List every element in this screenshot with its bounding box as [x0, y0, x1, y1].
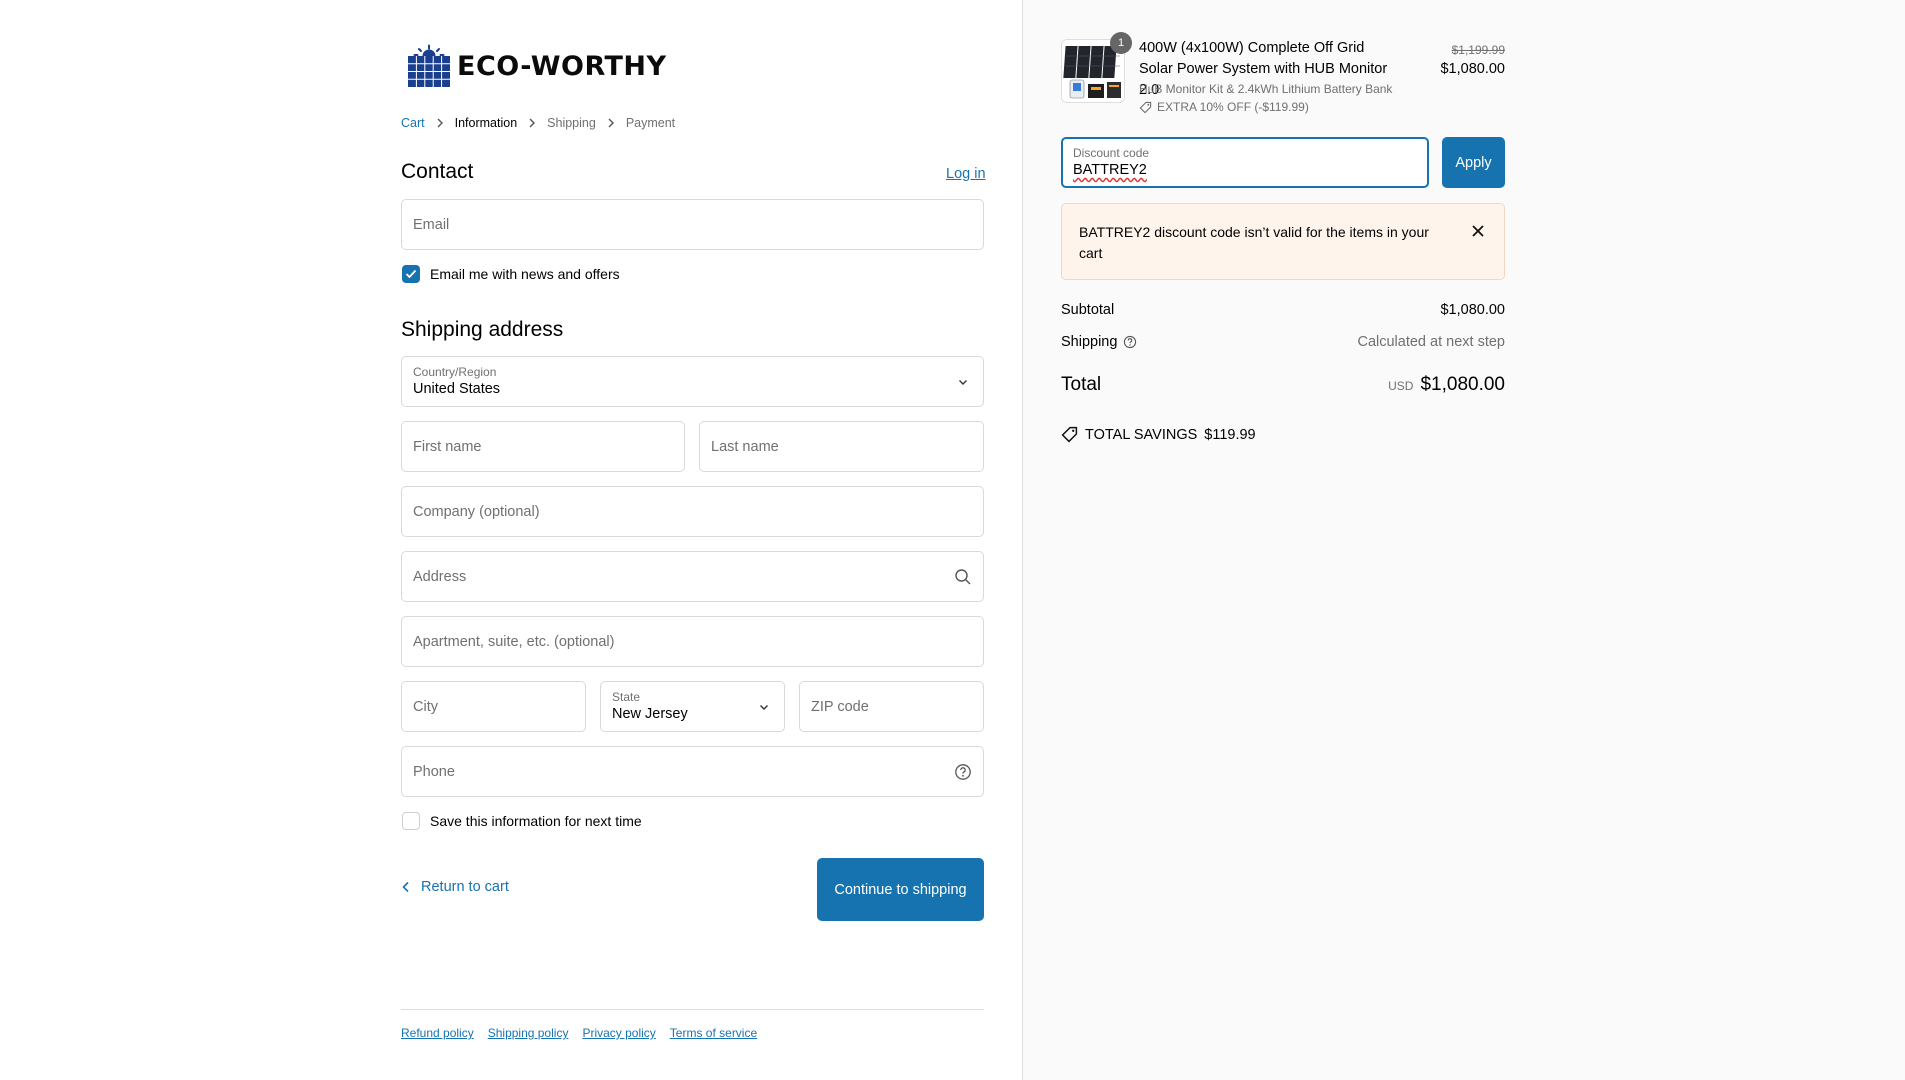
footer-divider: [401, 1009, 984, 1010]
last-name-placeholder: Last name: [711, 439, 779, 455]
city-placeholder: City: [413, 699, 438, 715]
total-row: Total USD $1,080.00: [1061, 374, 1505, 396]
breadcrumb-information: Information: [454, 116, 518, 130]
chevron-down-icon: [959, 380, 967, 385]
email-field[interactable]: Email: [401, 199, 984, 250]
tag-icon: [1061, 426, 1078, 443]
continue-to-shipping-button[interactable]: Continue to shipping: [817, 858, 984, 921]
breadcrumb-shipping: Shipping: [547, 116, 596, 130]
save-info-checkbox-row[interactable]: Save this information for next time: [402, 812, 642, 830]
zip-field[interactable]: ZIP code: [799, 681, 984, 732]
apartment-field[interactable]: Apartment, suite, etc. (optional): [401, 616, 984, 667]
first-name-placeholder: First name: [413, 439, 482, 455]
contact-heading: Contact: [401, 160, 474, 183]
terms-of-service-link[interactable]: Terms of service: [670, 1026, 757, 1040]
subtotal-label: Subtotal: [1061, 302, 1115, 318]
subtotal-row: Subtotal $1,080.00: [1061, 302, 1505, 318]
return-to-cart-label: Return to cart: [421, 879, 509, 895]
zip-placeholder: ZIP code: [811, 699, 869, 715]
city-field[interactable]: City: [401, 681, 586, 732]
total-amount: $1,080.00: [1420, 374, 1505, 395]
country-label: Country/Region: [413, 365, 497, 379]
address-placeholder: Address: [413, 569, 467, 585]
savings-value: $119.99: [1204, 426, 1256, 443]
newsletter-label: Email me with news and offers: [430, 266, 620, 282]
state-label: State: [612, 690, 641, 704]
shipping-address-heading: Shipping address: [401, 318, 564, 341]
tag-icon: [1139, 101, 1152, 113]
checkout-form-panel: ECO-WORTHY Cart Information Shipping Pay…: [0, 0, 1022, 1080]
final-price: $1,080.00: [1440, 61, 1505, 77]
newsletter-checkbox[interactable]: [402, 265, 420, 283]
original-price: $1,199.99: [1451, 43, 1505, 57]
chevron-down-icon: [760, 705, 768, 710]
product-discount-label: EXTRA 10% OFF (-$119.99): [1157, 100, 1309, 114]
state-select[interactable]: State New Jersey: [600, 681, 785, 732]
quantity-badge: 1: [1110, 32, 1132, 54]
discount-error-banner: BATTREY2 discount code isn’t valid for t…: [1061, 203, 1505, 280]
last-name-field[interactable]: Last name: [699, 421, 984, 472]
total-label: Total: [1061, 374, 1102, 395]
discount-code-label: Discount code: [1073, 146, 1150, 160]
chevron-right-icon: [528, 118, 536, 128]
apartment-placeholder: Apartment, suite, etc. (optional): [413, 634, 615, 650]
apply-discount-button[interactable]: Apply: [1442, 137, 1505, 188]
subtotal-value: $1,080.00: [1440, 302, 1505, 318]
total-currency: USD: [1388, 379, 1414, 393]
privacy-policy-link[interactable]: Privacy policy: [582, 1026, 655, 1040]
phone-field[interactable]: Phone: [401, 746, 984, 797]
newsletter-checkbox-row[interactable]: Email me with news and offers: [402, 265, 620, 283]
help-circle-icon[interactable]: [954, 763, 972, 781]
check-icon: [405, 269, 417, 279]
breadcrumb-payment: Payment: [625, 116, 676, 130]
savings-label: TOTAL SAVINGS: [1085, 426, 1198, 443]
solar-panel-logo-icon: [408, 44, 450, 87]
breadcrumb: Cart Information Shipping Payment: [401, 116, 675, 130]
state-value: New Jersey: [612, 706, 688, 722]
shipping-row: Shipping Calculated at next step: [1061, 334, 1505, 350]
product-discount: EXTRA 10% OFF (-$119.99): [1139, 100, 1309, 114]
company-placeholder: Company (optional): [413, 504, 540, 520]
search-icon: [955, 569, 971, 585]
chevron-right-icon: [436, 118, 444, 128]
return-to-cart-link[interactable]: Return to cart: [401, 879, 509, 895]
login-link[interactable]: Log in: [946, 166, 986, 182]
country-value: United States: [413, 381, 501, 397]
shipping-value: Calculated at next step: [1357, 334, 1505, 350]
footer-links: Refund policy Shipping policy Privacy po…: [401, 1026, 757, 1040]
address-field[interactable]: Address: [401, 551, 984, 602]
total-savings: TOTAL SAVINGS $119.99: [1061, 426, 1256, 443]
brand-name: ECO-WORTHY: [457, 50, 667, 82]
email-placeholder: Email: [413, 217, 450, 233]
help-circle-icon[interactable]: [1123, 335, 1137, 349]
discount-code-field[interactable]: Discount code BATTREY2: [1061, 137, 1429, 188]
breadcrumb-cart[interactable]: Cart: [401, 116, 425, 130]
first-name-field[interactable]: First name: [401, 421, 685, 472]
chevron-right-icon: [607, 118, 615, 128]
refund-policy-link[interactable]: Refund policy: [401, 1026, 474, 1040]
company-field[interactable]: Company (optional): [401, 486, 984, 537]
phone-placeholder: Phone: [413, 764, 455, 780]
brand-logo[interactable]: ECO-WORTHY: [407, 44, 667, 88]
discount-error-message: BATTREY2 discount code isn’t valid for t…: [1079, 224, 1429, 261]
chevron-left-icon: [402, 881, 409, 893]
discount-code-value: BATTREY2: [1073, 162, 1147, 178]
save-info-checkbox[interactable]: [402, 812, 420, 830]
country-select[interactable]: Country/Region United States: [401, 356, 984, 407]
shipping-policy-link[interactable]: Shipping policy: [488, 1026, 569, 1040]
close-icon[interactable]: [1470, 223, 1486, 239]
shipping-label: Shipping: [1061, 334, 1118, 350]
save-info-label: Save this information for next time: [430, 813, 642, 829]
product-variant: HuB Monitor Kit & 2.4kWh Lithium Battery…: [1139, 82, 1393, 96]
